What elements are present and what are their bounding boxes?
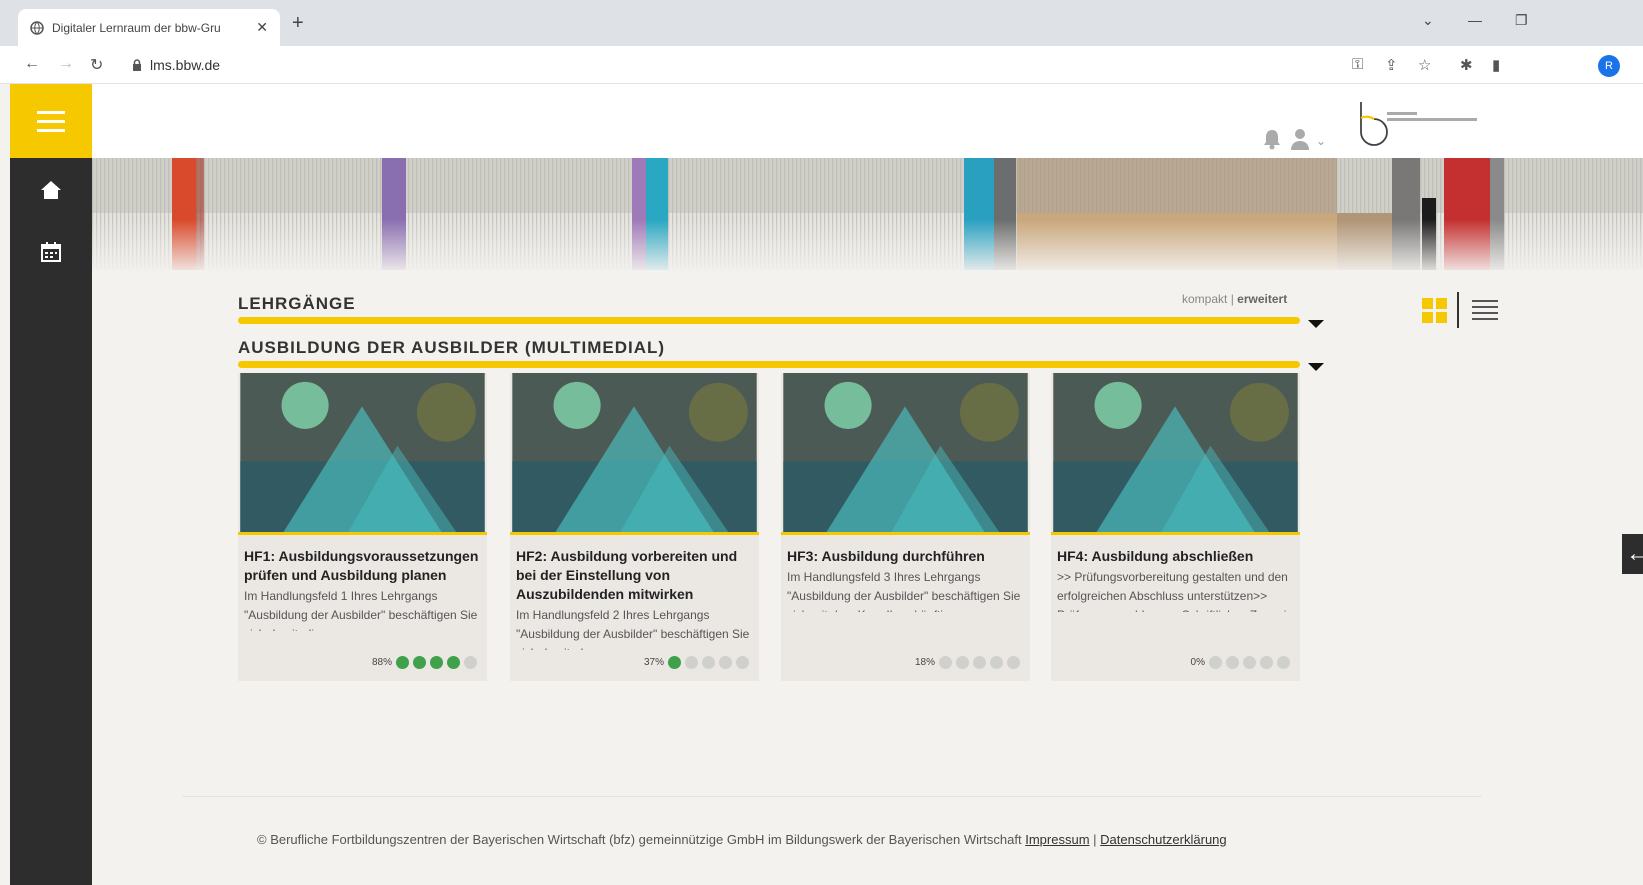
- progress-dot: [685, 656, 698, 669]
- drawer-toggle-arrow-icon[interactable]: ←: [1622, 534, 1643, 574]
- card-title: HF1: Ausbildungsvoraussetzungen prüfen u…: [244, 548, 479, 583]
- card-progress: 0%: [1191, 656, 1290, 669]
- progress-dot: [736, 656, 749, 669]
- menu-icon[interactable]: [10, 84, 92, 158]
- course-card[interactable]: HF2: Ausbildung vorbereiten und bei der …: [510, 373, 759, 681]
- key-icon[interactable]: ⚿: [1352, 56, 1363, 73]
- chevron-down-icon[interactable]: ⌄: [1316, 134, 1326, 148]
- sidepanel-icon[interactable]: ▮: [1492, 56, 1500, 74]
- browser-tab[interactable]: Digitaler Lernraum der bbw-Gru ✕: [18, 9, 280, 46]
- share-icon[interactable]: ⇪: [1385, 56, 1398, 74]
- progress-dot: [447, 656, 460, 669]
- profile-avatar[interactable]: R: [1598, 55, 1620, 77]
- sidebar: [10, 84, 92, 885]
- grid-view-icon[interactable]: [1422, 298, 1448, 324]
- course-card[interactable]: HF1: Ausbildungsvoraussetzungen prüfen u…: [238, 373, 487, 681]
- home-icon[interactable]: [10, 170, 92, 210]
- banner-image: [92, 158, 1643, 270]
- page: ⌄ LEHRGÄNGE kompakt | erweitert AUSBILDU…: [10, 84, 1643, 885]
- extensions-icon[interactable]: ✱: [1460, 56, 1473, 74]
- view-mode-switch: kompakt | erweitert: [1182, 292, 1287, 306]
- bbw-logo: [1360, 102, 1388, 146]
- progress-dot: [719, 656, 732, 669]
- logo-text: [1387, 112, 1487, 121]
- page-header: ⌄: [92, 84, 1643, 158]
- section-underline: [238, 317, 1300, 324]
- new-tab-icon[interactable]: +: [292, 12, 304, 35]
- progress-dot: [1007, 656, 1020, 669]
- card-title: HF4: Ausbildung abschließen: [1057, 548, 1254, 564]
- collapse-caret-icon[interactable]: [1308, 320, 1324, 328]
- impressum-link[interactable]: Impressum: [1025, 832, 1089, 847]
- footer-separator: |: [1093, 832, 1097, 847]
- forward-icon[interactable]: →: [58, 55, 74, 73]
- lock-icon: [133, 59, 141, 71]
- browser-toolbar: ← → ↻ lms.bbw.de ⚿ ⇪ ☆ ✱ ▮ R: [0, 46, 1643, 84]
- footer-divider: [182, 796, 1482, 797]
- footer-text: © Berufliche Fortbildungszentren der Bay…: [257, 832, 1022, 847]
- datenschutz-link[interactable]: Datenschutzerklärung: [1100, 832, 1226, 847]
- tab-search-icon[interactable]: ⌄: [1422, 12, 1434, 29]
- card-description: Im Handlungsfeld 1 Ihres Lehrgangs "Ausb…: [244, 589, 478, 631]
- progress-percent: 88%: [371, 657, 392, 668]
- card-title: HF3: Ausbildung durchführen: [787, 548, 985, 564]
- progress-dot: [1260, 656, 1273, 669]
- view-compact-link[interactable]: kompakt: [1182, 292, 1227, 306]
- globe-icon: [30, 20, 44, 35]
- course-heading: AUSBILDUNG DER AUSBILDER (MULTIMEDIAL): [238, 338, 666, 357]
- card-title: HF2: Ausbildung vorbereiten und bei der …: [516, 548, 738, 602]
- progress-dot: [990, 656, 1003, 669]
- course-underline: [238, 361, 1300, 368]
- progress-dot: [1226, 656, 1239, 669]
- progress-dot: [464, 656, 477, 669]
- progress-dot: [973, 656, 986, 669]
- progress-dot: [668, 656, 681, 669]
- progress-dot: [396, 656, 409, 669]
- card-progress: 88%: [372, 656, 477, 669]
- progress-dot: [1277, 656, 1290, 669]
- collapse-caret-icon[interactable]: [1308, 363, 1324, 371]
- course-card[interactable]: HF4: Ausbildung abschließen >> Prüfungsv…: [1051, 373, 1300, 681]
- progress-dot: [939, 656, 952, 669]
- progress-dot: [1209, 656, 1222, 669]
- url-text: lms.bbw.de: [150, 57, 221, 73]
- star-icon[interactable]: ☆: [1418, 56, 1431, 74]
- card-description: >> Prüfungsvorbereitung gestalten und de…: [1057, 570, 1292, 612]
- course-card[interactable]: HF3: Ausbildung durchführen Im Handlungs…: [781, 373, 1030, 681]
- tab-title: Digitaler Lernraum der bbw-Gru: [52, 20, 221, 35]
- progress-dot: [430, 656, 443, 669]
- browser-tab-bar: Digitaler Lernraum der bbw-Gru ✕ + ⌄ — ❐: [0, 0, 1643, 46]
- view-separator: [1457, 292, 1459, 328]
- progress-dot: [1243, 656, 1256, 669]
- progress-percent: 0%: [1190, 657, 1205, 668]
- list-view-icon[interactable]: [1472, 298, 1498, 324]
- card-progress: 37%: [644, 656, 749, 669]
- section-heading: LEHRGÄNGE: [238, 294, 356, 313]
- back-icon[interactable]: ←: [24, 55, 40, 73]
- progress-dot: [413, 656, 426, 669]
- minimize-icon[interactable]: —: [1468, 12, 1482, 28]
- card-progress: 18%: [915, 656, 1020, 669]
- user-icon[interactable]: [1290, 128, 1310, 156]
- restore-icon[interactable]: ❐: [1515, 12, 1528, 29]
- bell-icon[interactable]: [1262, 128, 1282, 156]
- calendar-icon[interactable]: [10, 232, 92, 272]
- main-content: LEHRGÄNGE kompakt | erweitert AUSBILDUNG…: [92, 270, 1643, 885]
- card-description: Im Handlungsfeld 2 Ihres Lehrgangs "Ausb…: [516, 608, 750, 650]
- progress-dot: [702, 656, 715, 669]
- view-extended-link[interactable]: erweitert: [1237, 292, 1287, 306]
- tab-close-icon[interactable]: ✕: [256, 19, 268, 36]
- card-thumbnail: [238, 373, 487, 535]
- view-mode-separator: |: [1230, 292, 1234, 306]
- footer: © Berufliche Fortbildungszentren der Bay…: [257, 832, 1227, 847]
- card-thumbnail: [781, 373, 1030, 535]
- progress-dot: [956, 656, 969, 669]
- card-description: Im Handlungsfeld 3 Ihres Lehrgangs "Ausb…: [787, 570, 1021, 612]
- card-thumbnail: [510, 373, 759, 535]
- address-bar[interactable]: lms.bbw.de: [132, 52, 1392, 78]
- progress-percent: 37%: [643, 657, 664, 668]
- reload-icon[interactable]: ↻: [90, 55, 103, 75]
- card-thumbnail: [1051, 373, 1300, 535]
- progress-percent: 18%: [914, 657, 935, 668]
